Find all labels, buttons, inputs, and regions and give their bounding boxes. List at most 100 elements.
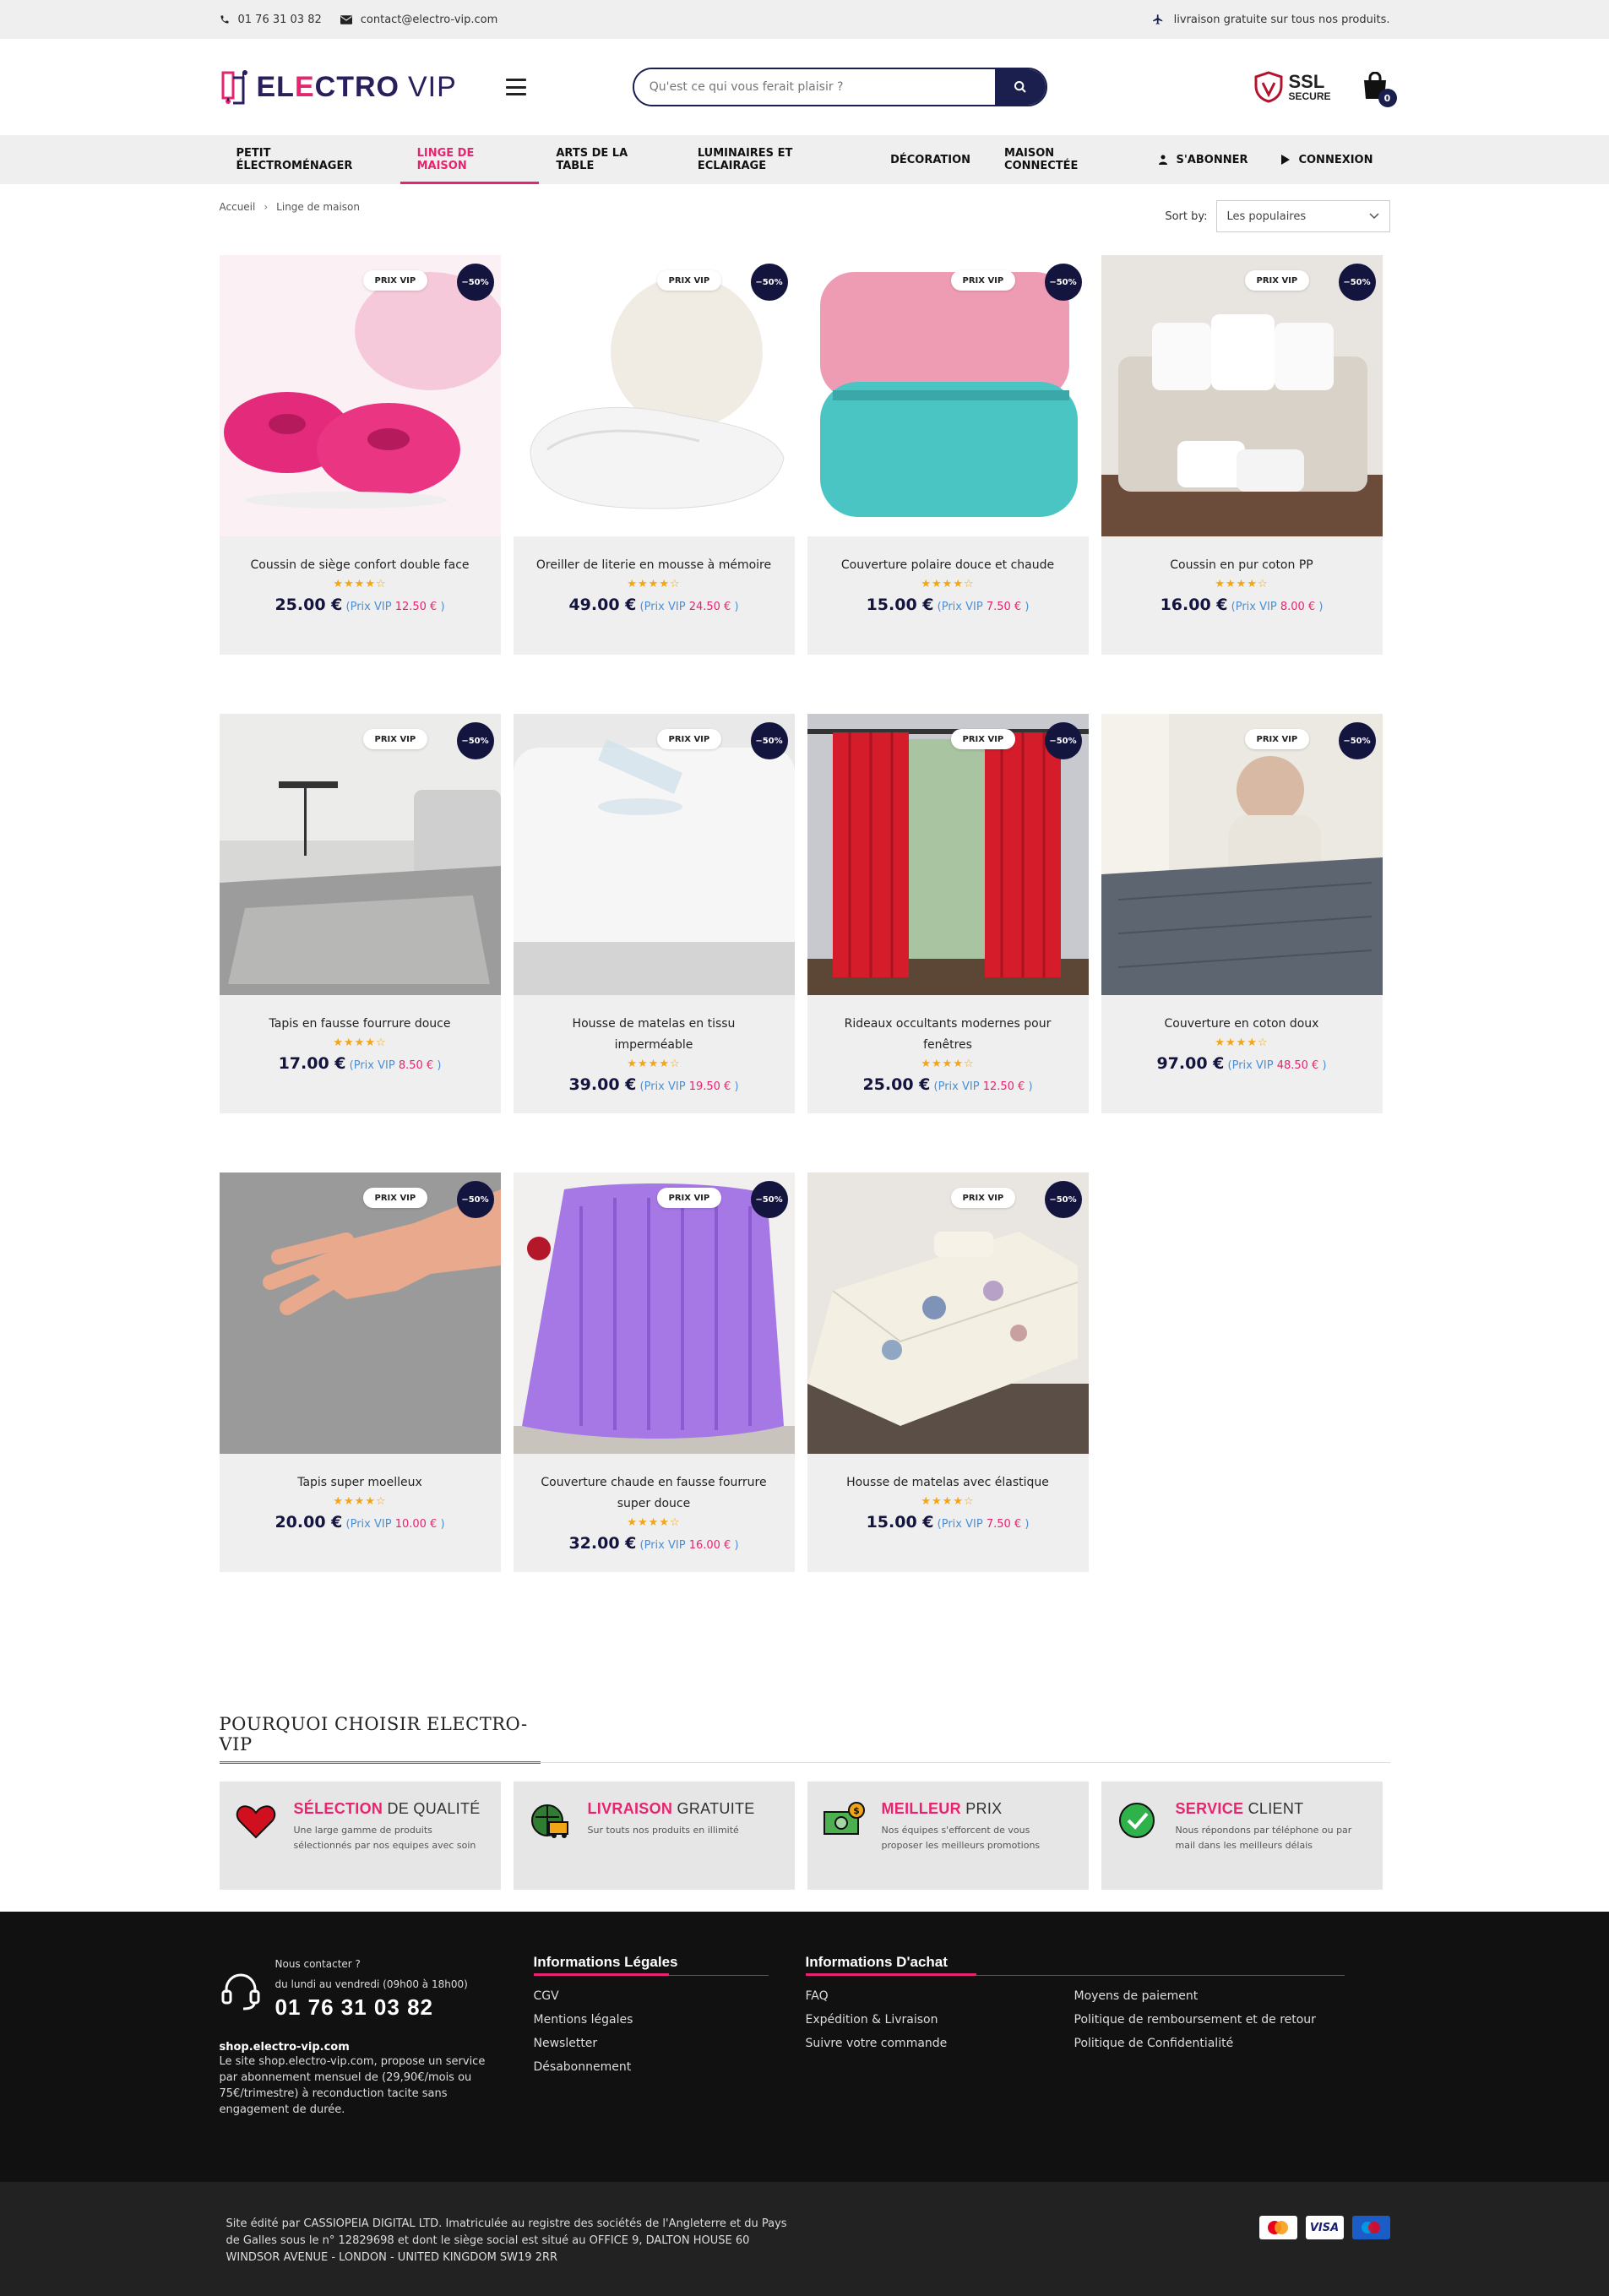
footer-link-unsubscribe[interactable]: Désabonnement (534, 2055, 769, 2079)
vip-close: ) (437, 1059, 442, 1072)
vip-label: (Prix VIP (345, 1518, 392, 1531)
vip-label: (Prix VIP (349, 1059, 395, 1072)
product-name[interactable]: Couverture polaire douce et chaude (826, 555, 1070, 576)
shipping-info: livraison gratuite sur tous nos produits… (1152, 14, 1390, 26)
product-name[interactable]: Rideaux occultants modernes pour fenêtre… (826, 1014, 1070, 1056)
footer-link-payment[interactable]: Moyens de paiement (1074, 1984, 1343, 2008)
top-bar: 01 76 31 03 82 contact@electro-vip.com l… (0, 0, 1609, 39)
footer-description: Le site shop.electro-vip.com, propose un… (219, 2055, 486, 2116)
feature-service: Service client Nous répondons par télépho… (1101, 1782, 1383, 1890)
product-card[interactable]: PRIX VIP −50% Coussin de siège confort d… (219, 255, 501, 655)
phone-icon (220, 15, 228, 24)
discount-badge: −50% (456, 1181, 494, 1218)
footer-link-newsletter[interactable]: Newsletter (534, 2032, 769, 2055)
shield-icon (1254, 71, 1283, 103)
footer: Nous contacter ? du lundi au vendredi (0… (0, 1912, 1609, 2182)
product-card[interactable]: PRIX VIP −50% Tapis en fausse fourrure d… (219, 714, 501, 1113)
nav-item-luminaires[interactable]: Luminaires et Eclairage (681, 135, 873, 184)
footer-link-mentions[interactable]: Mentions légales (534, 2008, 769, 2032)
search-button[interactable] (994, 69, 1046, 105)
vip-close: ) (734, 1539, 739, 1552)
vip-badge: PRIX VIP (362, 270, 428, 291)
sort-select[interactable]: Les populaires (1215, 200, 1390, 232)
footer-link-refund[interactable]: Politique de remboursement et de retour (1074, 2008, 1343, 2032)
menu-toggle-button[interactable] (505, 79, 526, 95)
product-price: 15.00 € (Prix VIP 7.50 € ) (826, 596, 1070, 614)
nav-item-arts-de-la-table[interactable]: Arts de la table (539, 135, 681, 184)
plane-icon (1152, 14, 1162, 24)
product-image[interactable]: PRIX VIP −50% (807, 255, 1089, 536)
product-image[interactable]: PRIX VIP −50% (807, 1172, 1089, 1454)
rating-stars: ★★★★☆ (1215, 578, 1269, 590)
product-image[interactable]: PRIX VIP −50% (1101, 255, 1383, 536)
product-name[interactable]: Housse de matelas en tissu imperméable (532, 1014, 776, 1056)
product-name[interactable]: Housse de matelas avec élastique (826, 1472, 1070, 1493)
footer-phone[interactable]: 01 76 31 03 82 (275, 1994, 468, 2021)
product-image[interactable]: PRIX VIP −50% (219, 255, 501, 536)
product-name[interactable]: Tapis super moelleux (238, 1472, 482, 1493)
cart-button[interactable]: 0 (1362, 71, 1397, 107)
product-name[interactable]: Tapis en fausse fourrure douce (238, 1014, 482, 1035)
chevron-right-icon: › (264, 201, 269, 213)
product-card[interactable]: PRIX VIP −50% Couverture en coton doux ★… (1101, 714, 1383, 1113)
email-contact[interactable]: contact@electro-vip.com (340, 14, 497, 26)
divider (219, 1762, 1390, 1763)
vip-label: (Prix VIP (345, 601, 392, 613)
phone-contact[interactable]: 01 76 31 03 82 (220, 14, 322, 26)
product-name[interactable]: Oreiller de literie en mousse à mémoire (532, 555, 776, 576)
search-input[interactable] (633, 69, 995, 105)
heart-icon (236, 1805, 275, 1839)
footer-link-privacy[interactable]: Politique de Confidentialité (1074, 2032, 1343, 2055)
nav-item-petit-electromenager[interactable]: Petit électroménager (220, 135, 400, 184)
product-image[interactable]: PRIX VIP −50% (513, 714, 795, 995)
nav-item-maison-connectee[interactable]: Maison connectée (987, 135, 1142, 184)
ssl-title: SSL (1288, 71, 1325, 92)
product-image[interactable]: PRIX VIP −50% (807, 714, 1089, 995)
product-image[interactable]: PRIX VIP −50% (513, 255, 795, 536)
purchase-links: FAQ Expédition & Livraison Suivre votre … (806, 1984, 1074, 2055)
vip-price: 8.00 € (1280, 601, 1316, 613)
product-card[interactable]: PRIX VIP −50% Oreiller de literie en mou… (513, 255, 795, 655)
product-price: 49.00 € (Prix VIP 24.50 € ) (532, 596, 776, 614)
rating-stars: ★★★★☆ (333, 1495, 387, 1508)
product-card[interactable]: PRIX VIP −50% Tapis super moelleux ★★★★☆… (219, 1172, 501, 1572)
discount-badge: −50% (1044, 264, 1082, 301)
price-value: 15.00 € (866, 596, 934, 614)
product-image[interactable]: PRIX VIP −50% (219, 714, 501, 995)
product-card[interactable]: PRIX VIP −50% Couverture chaude en fauss… (513, 1172, 795, 1572)
product-image[interactable]: PRIX VIP −50% (1101, 714, 1383, 995)
breadcrumb-home[interactable]: Accueil (220, 201, 256, 213)
vip-close: ) (1025, 601, 1030, 613)
vip-label: (Prix VIP (639, 1080, 686, 1093)
product-name[interactable]: Coussin en pur coton PP (1120, 555, 1364, 576)
feature-title-rest: prix (965, 1800, 1003, 1817)
footer-link-cgv[interactable]: CGV (534, 1984, 769, 2008)
product-card[interactable]: PRIX VIP −50% Couverture polaire douce e… (807, 255, 1089, 655)
subscribe-link[interactable]: S'abonner (1142, 154, 1264, 166)
footer-link-track-order[interactable]: Suivre votre commande (806, 2032, 1074, 2055)
product-card[interactable]: PRIX VIP −50% Housse de matelas avec éla… (807, 1172, 1089, 1572)
nav-item-linge-de-maison[interactable]: Linge de maison (400, 135, 540, 184)
product-price: 20.00 € (Prix VIP 10.00 € ) (238, 1513, 482, 1532)
discount-badge: −50% (750, 1181, 788, 1218)
login-link[interactable]: Connexion (1264, 154, 1389, 166)
product-card[interactable]: PRIX VIP −50% Rideaux occultants moderne… (807, 714, 1089, 1113)
product-name[interactable]: Coussin de siège confort double face (238, 555, 482, 576)
nav-item-decoration[interactable]: Décoration (873, 135, 987, 184)
product-name[interactable]: Couverture chaude en fausse fourrure sup… (532, 1472, 776, 1515)
vip-price: 48.50 € (1276, 1059, 1319, 1072)
product-card[interactable]: PRIX VIP −50% Coussin en pur coton PP ★★… (1101, 255, 1383, 655)
product-image[interactable]: PRIX VIP −50% (513, 1172, 795, 1454)
brand-accent: E (294, 70, 315, 103)
logo[interactable]: ELECTRO VIP (220, 66, 457, 108)
vip-close: ) (734, 1080, 739, 1093)
footer-link-faq[interactable]: FAQ (806, 1984, 1074, 2008)
product-name[interactable]: Couverture en coton doux (1120, 1014, 1364, 1035)
product-image[interactable]: PRIX VIP −50% (219, 1172, 501, 1454)
product-card[interactable]: PRIX VIP −50% Housse de matelas en tissu… (513, 714, 795, 1113)
vip-close: ) (440, 1518, 445, 1531)
footer-link-shipping[interactable]: Expédition & Livraison (806, 2008, 1074, 2032)
rating-stars: ★★★★☆ (333, 578, 387, 590)
why-choose-section: Pourquoi choisir ELECTRO-VIP Sélection d… (219, 1714, 1390, 1890)
maestro-icon (1351, 2216, 1390, 2239)
